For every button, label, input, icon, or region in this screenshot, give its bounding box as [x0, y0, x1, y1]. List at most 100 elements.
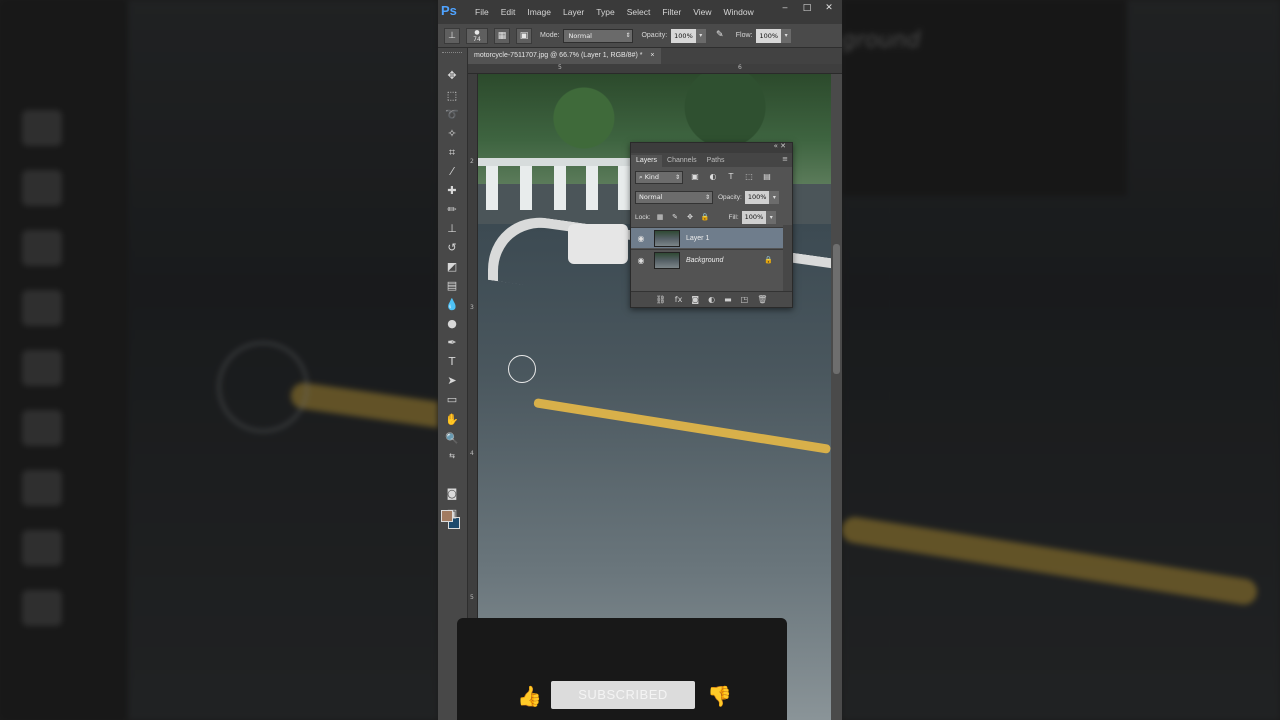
menu-window[interactable]: Window	[723, 7, 753, 17]
fill-dropdown-icon[interactable]: ▾	[766, 210, 777, 224]
blurred-background-left	[0, 0, 438, 720]
adjustment-layer-icon[interactable]: ◐	[708, 295, 715, 304]
tab-layers[interactable]: Layers	[631, 155, 663, 167]
lock-transparency-icon[interactable]: ▦	[655, 212, 666, 223]
menu-edit[interactable]: Edit	[501, 7, 516, 17]
layer-thumbnail	[654, 229, 680, 247]
blend-mode-select[interactable]: Normal	[635, 190, 713, 204]
visibility-eye-icon[interactable]: ◉	[634, 234, 648, 243]
clone-stamp-tool-icon[interactable]: ⊥	[444, 221, 460, 237]
thumbs-up-icon[interactable]: 👍	[517, 684, 542, 708]
panel-menu-icon[interactable]: ≡	[782, 155, 788, 163]
menu-file[interactable]: File	[475, 7, 489, 17]
lasso-tool-icon[interactable]: ➰	[444, 107, 460, 123]
minimize-icon[interactable]: ‒	[776, 2, 794, 15]
opacity-label: Opacity:	[641, 32, 668, 39]
type-tool-icon[interactable]: T	[444, 354, 460, 370]
layer-opacity-dropdown-icon[interactable]: ▾	[769, 190, 780, 204]
toggle-brush-panel-icon[interactable]: ▦	[494, 27, 510, 44]
lock-pixels-icon[interactable]: ✎	[670, 212, 681, 223]
shape-filter-icon[interactable]: ⬚	[743, 171, 755, 183]
blur-tool-icon[interactable]: 💧	[444, 297, 460, 313]
close-icon[interactable]: ✕	[820, 2, 838, 15]
eraser-tool-icon[interactable]: ◩	[444, 259, 460, 275]
new-group-icon[interactable]: ▬	[724, 295, 732, 304]
adjustment-filter-icon[interactable]: ◐	[707, 171, 719, 183]
menu-type[interactable]: Type	[596, 7, 614, 17]
foreground-color-swatch[interactable]	[441, 510, 453, 522]
type-filter-icon[interactable]: T	[725, 171, 737, 183]
flow-label: Flow:	[735, 32, 753, 39]
move-tool-icon[interactable]: ✥	[444, 68, 460, 84]
menu-select[interactable]: Select	[627, 7, 651, 17]
menu-filter[interactable]: Filter	[662, 7, 681, 17]
layer-row-layer-1[interactable]: ◉ Layer 1	[631, 227, 783, 248]
lock-position-icon[interactable]: ✥	[685, 212, 696, 223]
opacity-input[interactable]: 100%	[671, 28, 696, 43]
canvas-scrollbar[interactable]	[831, 74, 842, 720]
layer-opacity-input[interactable]: 100%	[744, 190, 770, 204]
marquee-tool-icon[interactable]: ⬚	[444, 88, 460, 104]
brush-tool-icon[interactable]: ✏	[444, 202, 460, 218]
subscribe-button[interactable]: SUBSCRIBED	[551, 681, 695, 709]
smart-object-filter-icon[interactable]: ▤	[761, 171, 773, 183]
mode-select[interactable]: Normal	[563, 28, 634, 43]
lock-all-icon[interactable]: 🔒	[700, 212, 711, 223]
ruler-mark: 2	[470, 158, 474, 165]
shape-tool-icon[interactable]: ▭	[444, 392, 460, 408]
fill-input[interactable]: 100%	[741, 210, 767, 224]
toggle-clone-source-icon[interactable]: ▣	[516, 27, 532, 44]
layer-filter-select[interactable]: ⌕ Kind	[635, 170, 683, 184]
tab-channels[interactable]: Channels	[662, 155, 702, 167]
brush-preset-picker[interactable]: ● 74	[466, 27, 488, 44]
tab-paths[interactable]: Paths	[702, 155, 730, 167]
menu-image[interactable]: Image	[527, 7, 551, 17]
new-layer-icon[interactable]: ◳	[741, 295, 749, 304]
close-tab-icon[interactable]: ×	[650, 52, 654, 59]
quick-select-tool-icon[interactable]: ✧	[444, 126, 460, 142]
eyedropper-tool-icon[interactable]: ⁄	[444, 164, 460, 180]
delete-layer-icon[interactable]: 🗑	[757, 295, 767, 304]
crop-tool-icon[interactable]: ⌗	[444, 145, 460, 161]
layer-name: Background	[686, 256, 724, 264]
toolbar-grip[interactable]	[442, 52, 462, 56]
fill-label: Fill:	[728, 213, 739, 221]
add-mask-icon[interactable]: ◙	[691, 295, 699, 304]
subscribe-overlay: 👍 SUBSCRIBED 👎	[457, 618, 787, 720]
photo-rail-post	[486, 166, 498, 210]
history-brush-tool-icon[interactable]: ↺	[444, 240, 460, 256]
pressure-opacity-icon[interactable]: ✎	[712, 28, 728, 44]
document-tab[interactable]: motorcycle-7511707.jpg @ 66.7% (Layer 1,…	[468, 48, 661, 64]
thumbs-down-icon[interactable]: 👎	[707, 684, 732, 708]
pen-tool-icon[interactable]: ✒	[444, 335, 460, 351]
hand-tool-icon[interactable]: ✋	[444, 412, 460, 428]
clone-stamp-preset-icon[interactable]: ⊥	[444, 27, 460, 44]
visibility-eye-icon[interactable]: ◉	[634, 256, 648, 265]
layers-panel-header[interactable]: « ✕	[631, 142, 792, 153]
pixel-filter-icon[interactable]: ▣	[689, 171, 701, 183]
menu-view[interactable]: View	[693, 7, 711, 17]
layers-scrollbar[interactable]	[783, 225, 792, 291]
menu-bar: Ps File Edit Image Layer Type Select Fil…	[438, 0, 842, 24]
zoom-tool-icon[interactable]: 🔍	[444, 431, 460, 447]
quick-mask-icon[interactable]: ◙	[444, 486, 460, 502]
swap-colors-icon[interactable]: ⇆	[444, 448, 460, 464]
link-layers-icon[interactable]: ⛓	[656, 295, 666, 304]
horizontal-ruler: 5 6	[468, 64, 842, 74]
flow-input[interactable]: 100%	[756, 28, 782, 43]
flow-dropdown-icon[interactable]: ▾	[781, 28, 792, 43]
layer-row-background[interactable]: ◉ Background 🔒	[631, 249, 783, 270]
layers-panel: « ✕ Layers Channels Paths ≡ ⌕ Kind ▣ ◐ T…	[630, 142, 793, 308]
healing-brush-tool-icon[interactable]: ✚	[444, 183, 460, 199]
layer-style-icon[interactable]: fx	[675, 295, 683, 304]
menu-layer[interactable]: Layer	[563, 7, 584, 17]
opacity-dropdown-icon[interactable]: ▾	[695, 28, 706, 43]
canvas-scrollbar-thumb[interactable]	[833, 244, 840, 374]
mode-label: Mode:	[540, 32, 560, 39]
collapse-icon[interactable]: « ✕	[774, 142, 786, 150]
gradient-tool-icon[interactable]: ▤	[444, 278, 460, 294]
path-select-tool-icon[interactable]: ➤	[444, 373, 460, 389]
dodge-tool-icon[interactable]: ●	[444, 316, 460, 332]
maximize-icon[interactable]: □	[798, 2, 816, 15]
ruler-mark: 6	[738, 64, 742, 71]
